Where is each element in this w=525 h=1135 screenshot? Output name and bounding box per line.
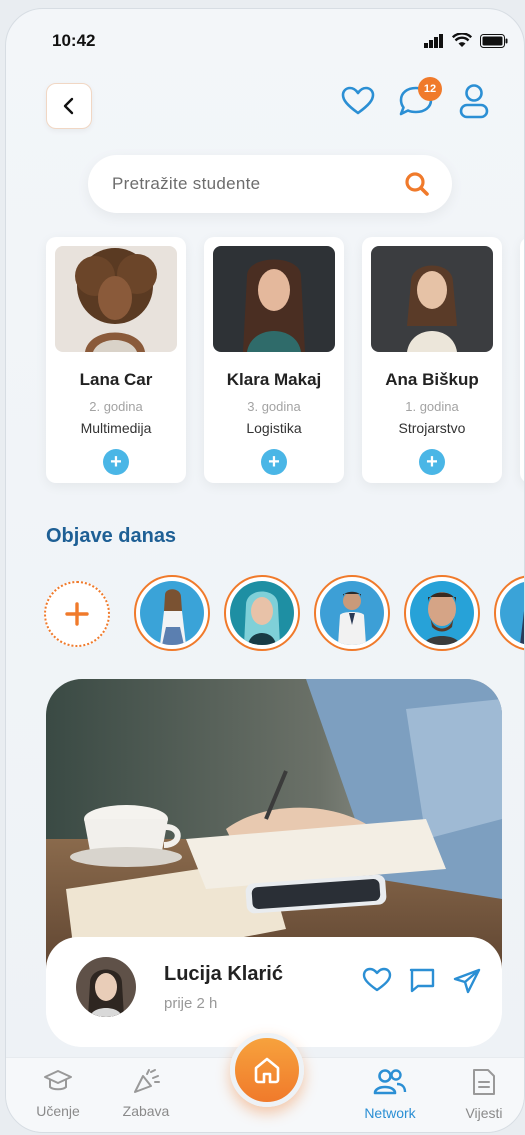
- student-photo: [55, 246, 177, 352]
- notification-badge: 12: [418, 77, 442, 101]
- student-name: Ana Biškup: [385, 370, 479, 389]
- nav-item-zabava[interactable]: Zabava: [106, 1068, 186, 1119]
- student-card[interactable]: Lana Car 2. godina Multimedija +: [46, 237, 186, 483]
- nav-label: Zabava: [122, 1103, 170, 1119]
- student-card-partial[interactable]: [520, 237, 524, 483]
- student-field: Strojarstvo: [398, 420, 466, 436]
- student-cards: Lana Car 2. godina Multimedija + Klara M…: [46, 237, 524, 483]
- search-bar[interactable]: Pretražite studente: [88, 155, 452, 213]
- news-icon: [473, 1069, 495, 1095]
- story-avatar[interactable]: [404, 575, 480, 651]
- story-avatar[interactable]: [134, 575, 210, 651]
- student-year: 1. godina: [405, 399, 459, 414]
- graduation-cap-icon: [44, 1070, 72, 1091]
- people-icon: [373, 1069, 407, 1095]
- add-student-button[interactable]: +: [419, 449, 445, 475]
- nav-item-vijesti[interactable]: Vijesti: [444, 1068, 524, 1121]
- story-avatar-partial[interactable]: [494, 575, 524, 651]
- student-field: Logistika: [246, 420, 302, 436]
- post-author-name[interactable]: Lucija Klarić: [164, 963, 283, 986]
- post-card[interactable]: Lucija Klarić prije 2 h: [46, 679, 502, 1047]
- search-input[interactable]: Pretražite studente: [112, 174, 404, 194]
- story-avatar[interactable]: [224, 575, 300, 651]
- student-year: 2. godina: [89, 399, 143, 414]
- student-card[interactable]: Ana Biškup 1. godina Strojarstvo +: [362, 237, 502, 483]
- nav-label: Učenje: [36, 1103, 80, 1119]
- phone-screen: 10:42 12 Pretražite studente Lana Car 2.…: [5, 8, 525, 1133]
- plus-icon: +: [110, 451, 122, 473]
- student-photo: [213, 246, 335, 352]
- party-popper-icon: [134, 1069, 160, 1093]
- post-footer: Lucija Klarić prije 2 h: [46, 937, 502, 1047]
- add-story-button[interactable]: [44, 581, 110, 647]
- nav-item-ucenje[interactable]: Učenje: [18, 1068, 98, 1119]
- post-actions: [362, 967, 482, 995]
- favorites-button[interactable]: [338, 81, 378, 121]
- heart-icon: [341, 86, 375, 115]
- comment-icon[interactable]: [408, 967, 436, 993]
- search-icon[interactable]: [404, 171, 430, 197]
- status-icons: [424, 33, 508, 48]
- profile-button[interactable]: [454, 81, 494, 121]
- back-button[interactable]: [46, 83, 92, 129]
- post-author-avatar[interactable]: [76, 957, 136, 1017]
- story-avatar[interactable]: [314, 575, 390, 651]
- nav-label: Network: [364, 1105, 416, 1121]
- messages-button[interactable]: 12: [396, 77, 442, 121]
- plus-icon: [65, 602, 89, 626]
- student-name: Klara Makaj: [226, 370, 322, 389]
- chevron-left-icon: [63, 97, 74, 115]
- wifi-icon: [452, 33, 472, 47]
- plus-icon: +: [426, 451, 438, 473]
- add-student-button[interactable]: +: [261, 449, 287, 475]
- post-image: [46, 679, 502, 979]
- nav-label: Vijesti: [465, 1105, 503, 1121]
- student-card[interactable]: Klara Makaj 3. godina Logistika +: [204, 237, 344, 483]
- home-icon: [254, 1057, 280, 1084]
- header-actions: 12: [338, 77, 494, 121]
- add-student-button[interactable]: +: [103, 449, 129, 475]
- student-field: Multimedija: [80, 420, 152, 436]
- student-year: 3. godina: [247, 399, 301, 414]
- status-time: 10:42: [52, 31, 96, 50]
- plus-icon: +: [268, 451, 280, 473]
- home-button[interactable]: [230, 1033, 304, 1107]
- stories-row: [44, 575, 524, 665]
- signal-icon: [424, 33, 443, 48]
- post-time: prije 2 h: [164, 995, 218, 1012]
- user-icon: [459, 84, 489, 119]
- heart-icon[interactable]: [362, 967, 392, 993]
- battery-icon: [480, 33, 508, 48]
- section-title: Objave danas: [46, 525, 177, 547]
- student-photo: [371, 246, 493, 352]
- student-name: Lana Car: [79, 370, 153, 389]
- send-icon[interactable]: [452, 967, 482, 995]
- nav-item-network[interactable]: Network: [350, 1068, 430, 1121]
- status-bar: 10:42: [6, 9, 524, 69]
